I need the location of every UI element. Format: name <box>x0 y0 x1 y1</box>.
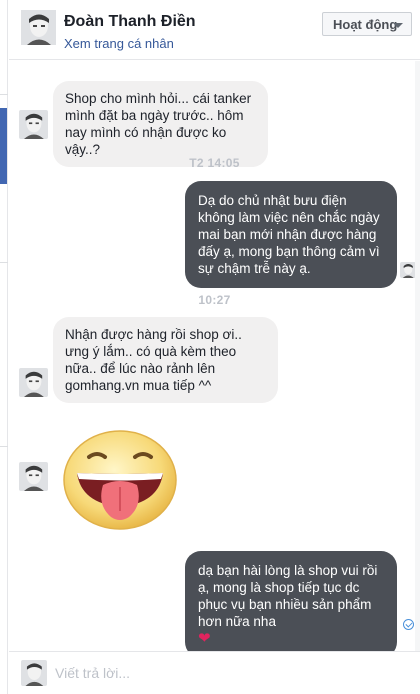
message-text: Nhận được hàng rồi shop ơi.. ưng ý lắm..… <box>65 327 242 393</box>
message-bubble-incoming[interactable]: Shop cho mình hỏi... cái tanker mình đặt… <box>53 81 268 167</box>
chat-header: Đoàn Thanh Điền Xem trang cá nhân Hoạt đ… <box>9 0 420 60</box>
sticker-tongue-smiley[interactable] <box>61 425 179 531</box>
avatar <box>21 660 47 686</box>
heart-icon: ❤ <box>198 630 211 647</box>
avatar[interactable] <box>19 368 48 397</box>
message-bubble-incoming[interactable]: Nhận được hàng rồi shop ơi.. ưng ý lắm..… <box>53 317 278 403</box>
status-label: Hoạt động <box>333 17 398 32</box>
timestamp: T2 14:05 <box>189 156 240 170</box>
message-bubble-outgoing[interactable]: dạ bạn hài lòng là shop vui rồi ạ, mong … <box>185 551 397 658</box>
reply-input[interactable] <box>55 660 395 686</box>
status-dropdown-button[interactable]: Hoạt động <box>322 12 412 36</box>
timestamp: 10:27 <box>198 293 231 307</box>
message-text: Dạ do chủ nhật bưu điện không làm việc n… <box>198 193 380 276</box>
contact-name: Đoàn Thanh Điền <box>64 13 196 30</box>
scrollbar[interactable] <box>415 61 420 651</box>
avatar[interactable] <box>19 462 48 491</box>
message-text: Shop cho mình hỏi... cái tanker mình đặt… <box>65 91 252 157</box>
avatar[interactable] <box>19 110 48 139</box>
avatar[interactable] <box>21 10 56 45</box>
page-edge-highlight <box>0 108 7 184</box>
page-edge <box>0 0 8 694</box>
conversation-area[interactable]: Shop cho mình hỏi... cái tanker mình đặt… <box>9 61 420 658</box>
message-text: dạ bạn hài lòng là shop vui rồi ạ, mong … <box>198 563 378 629</box>
message-composer <box>9 651 420 694</box>
avatar <box>400 262 416 278</box>
chevron-down-icon <box>393 23 403 28</box>
seen-check-icon <box>403 619 414 630</box>
message-bubble-outgoing[interactable]: Dạ do chủ nhật bưu điện không làm việc n… <box>185 181 397 288</box>
view-profile-link[interactable]: Xem trang cá nhân <box>64 36 174 51</box>
